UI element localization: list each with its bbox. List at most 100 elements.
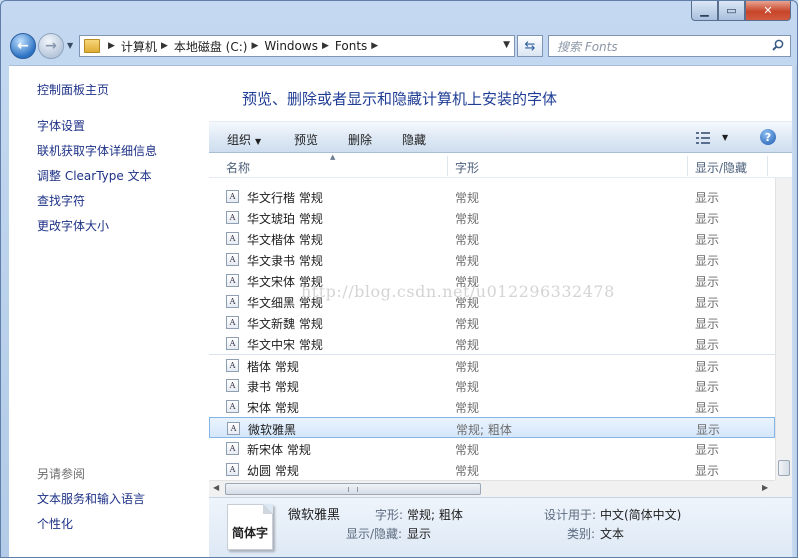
- font-visibility: 显示: [695, 212, 720, 226]
- minimize-icon: ▁: [700, 4, 709, 17]
- font-visibility: 显示: [695, 296, 720, 310]
- font-row[interactable]: A 华文琥珀 常规 常规 显示: [209, 207, 775, 228]
- font-visibility: 显示: [695, 338, 720, 352]
- font-visibility: 显示: [696, 423, 721, 437]
- search-input[interactable]: 搜索 Fonts: [548, 35, 791, 57]
- column-header-name[interactable]: 名称: [226, 159, 250, 176]
- chevron-right-icon[interactable]: ▶: [371, 41, 378, 51]
- font-row[interactable]: A 幼圆 常规 常规 显示: [209, 459, 775, 480]
- recent-pages-button[interactable]: ▼: [67, 41, 73, 50]
- refresh-icon: ⇆: [524, 38, 536, 54]
- font-row[interactable]: A 宋体 常规 常规 显示: [209, 396, 775, 417]
- font-style: 常规: [455, 360, 480, 374]
- text-services-link[interactable]: 文本服务和输入语言: [37, 490, 145, 507]
- delete-button[interactable]: 删除: [348, 131, 372, 148]
- details-category-value: 文本: [600, 527, 625, 541]
- view-dropdown-icon[interactable]: ▼: [722, 133, 728, 142]
- horizontal-scrollbar[interactable]: ◀ ▶: [209, 480, 775, 497]
- fonts-folder-icon: [84, 39, 100, 53]
- hide-button[interactable]: 隐藏: [402, 131, 426, 148]
- details-designed-for-label: 设计用于:: [544, 508, 597, 522]
- column-divider[interactable]: [687, 156, 688, 176]
- sort-ascending-icon: ▲: [330, 153, 336, 161]
- font-name: 华文中宋 常规: [247, 338, 323, 352]
- font-row[interactable]: A 楷体 常规 常规 显示: [209, 354, 775, 375]
- horizontal-scroll-thumb[interactable]: [225, 483, 481, 495]
- chevron-down-icon: ▼: [67, 41, 74, 50]
- font-visibility: 显示: [695, 380, 720, 394]
- chevron-down-icon: ▼: [255, 137, 262, 146]
- close-icon: ✕: [763, 4, 773, 17]
- breadcrumb-windows[interactable]: Windows: [264, 39, 318, 53]
- font-row[interactable]: A 新宋体 常规 常规 显示: [209, 438, 775, 459]
- breadcrumb-computer[interactable]: 计算机: [121, 38, 157, 55]
- breadcrumb-local-disk[interactable]: 本地磁盘 (C:): [174, 38, 248, 55]
- column-header-visibility[interactable]: 显示/隐藏: [695, 159, 747, 176]
- font-row[interactable]: A 华文隶书 常规 常规 显示: [209, 249, 775, 270]
- font-row[interactable]: A 隶书 常规 常规 显示: [209, 375, 775, 396]
- column-header-style[interactable]: 字形: [455, 159, 479, 176]
- font-file-icon: A: [226, 316, 239, 329]
- font-row-selected[interactable]: A 微软雅黑 常规; 粗体 显示: [209, 417, 775, 438]
- organize-button[interactable]: 组织 ▼: [227, 131, 261, 148]
- chevron-right-icon[interactable]: ▶: [108, 41, 115, 51]
- command-bar: 组织 ▼ 预览 删除 隐藏 ▼ ?: [209, 121, 792, 153]
- details-visibility-label: 显示/隐藏:: [346, 527, 403, 541]
- control-panel-home-link[interactable]: 控制面板主页: [37, 81, 109, 98]
- font-style: 常规: [455, 212, 480, 226]
- font-style: 常规: [455, 317, 480, 331]
- search-placeholder: 搜索 Fonts: [557, 39, 618, 54]
- font-style: 常规: [455, 338, 480, 352]
- details-style-label: 字形:: [375, 508, 404, 522]
- help-button[interactable]: ?: [760, 129, 776, 145]
- font-visibility: 显示: [695, 191, 720, 205]
- address-bar[interactable]: ▶ 计算机 ▶ 本地磁盘 (C:) ▶ Windows ▶ Fonts ▶ ▼: [79, 35, 515, 57]
- font-style: 常规: [455, 443, 480, 457]
- font-row[interactable]: A 华文行楷 常规 常规 显示: [209, 186, 775, 207]
- font-name: 幼圆 常规: [247, 464, 299, 478]
- change-font-size-link[interactable]: 更改字体大小: [37, 217, 109, 234]
- back-button[interactable]: ←: [10, 33, 36, 59]
- vertical-scrollbar[interactable]: [775, 178, 792, 480]
- font-file-icon: A: [226, 190, 239, 203]
- scroll-left-icon[interactable]: ◀: [213, 483, 219, 492]
- forward-button[interactable]: →: [38, 33, 64, 59]
- font-style: 常规: [455, 401, 480, 415]
- get-font-info-online-link[interactable]: 联机获取字体详细信息: [37, 142, 157, 159]
- adjust-cleartype-link[interactable]: 调整 ClearType 文本: [37, 167, 152, 184]
- font-file-icon: A: [226, 232, 239, 245]
- font-style: 常规: [455, 233, 480, 247]
- scroll-right-icon[interactable]: ▶: [762, 483, 768, 492]
- font-row[interactable]: A 华文中宋 常规 常规 显示: [209, 333, 775, 354]
- font-name: 华文新魏 常规: [247, 317, 323, 331]
- font-row[interactable]: A 华文新魏 常规 常规 显示: [209, 312, 775, 333]
- chevron-right-icon[interactable]: ▶: [161, 41, 168, 51]
- close-button[interactable]: ✕: [745, 1, 791, 21]
- font-file-icon: A: [226, 379, 239, 392]
- font-visibility: 显示: [695, 317, 720, 331]
- font-name: 华文行楷 常规: [247, 191, 323, 205]
- column-divider[interactable]: [447, 156, 448, 176]
- minimize-button[interactable]: ▁: [691, 1, 718, 21]
- font-row[interactable]: A 华文楷体 常规 常规 显示: [209, 228, 775, 249]
- personalization-link[interactable]: 个性化: [37, 515, 73, 532]
- column-divider[interactable]: [767, 156, 768, 176]
- view-options-icon[interactable]: [696, 132, 710, 144]
- search-icon[interactable]: [772, 39, 784, 51]
- chevron-right-icon[interactable]: ▶: [251, 41, 258, 51]
- preview-button[interactable]: 预览: [294, 131, 318, 148]
- find-character-link[interactable]: 查找字符: [37, 192, 85, 209]
- maximize-button[interactable]: ▭: [718, 1, 745, 21]
- font-file-icon: A: [226, 442, 239, 455]
- font-style: 常规: [455, 191, 480, 205]
- font-style: 常规: [455, 254, 480, 268]
- address-dropdown-icon[interactable]: ▼: [503, 40, 510, 50]
- font-style: 常规; 粗体: [456, 423, 512, 437]
- font-preview-icon: 简体字: [227, 504, 273, 550]
- chevron-right-icon[interactable]: ▶: [322, 41, 329, 51]
- font-name: 新宋体 常规: [247, 443, 311, 457]
- font-settings-link[interactable]: 字体设置: [37, 117, 85, 134]
- vertical-scroll-thumb[interactable]: [778, 460, 790, 476]
- refresh-button[interactable]: ⇆: [517, 35, 543, 57]
- breadcrumb-fonts[interactable]: Fonts: [335, 39, 367, 53]
